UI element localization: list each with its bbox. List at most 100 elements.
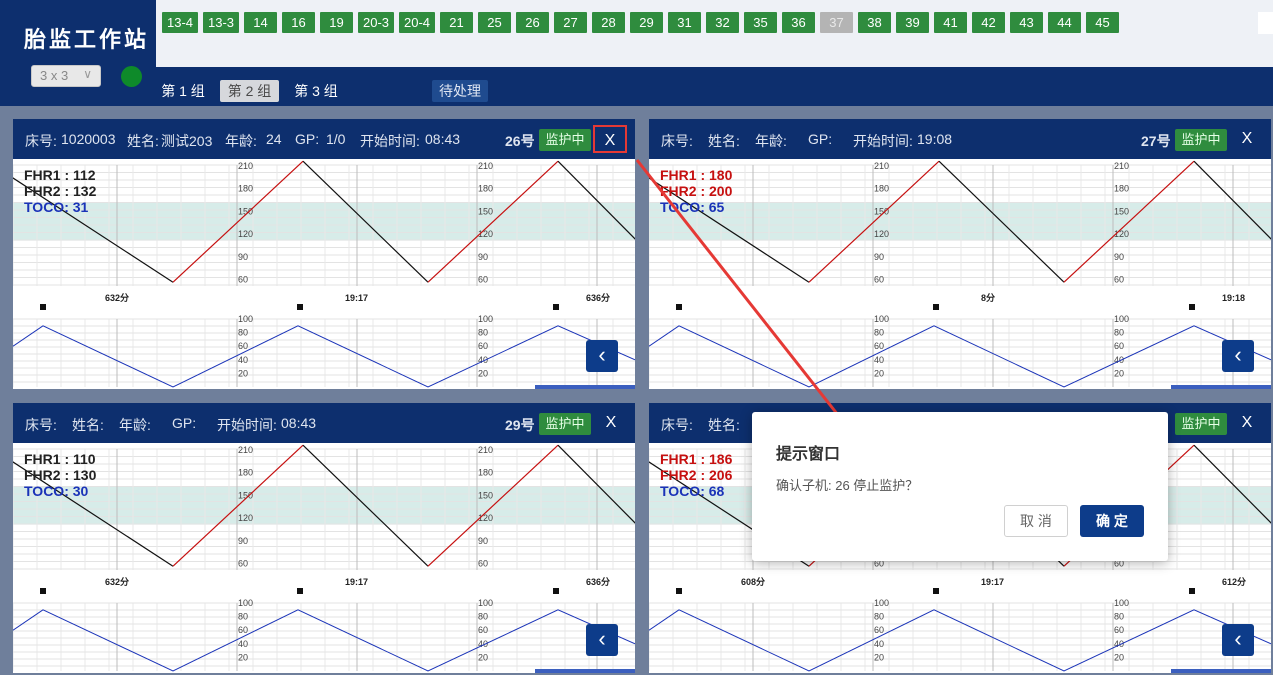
bed-button-37[interactable]: 37 [820, 12, 853, 33]
chevron-left-icon[interactable]: ‹ [586, 624, 618, 656]
bed-button-32[interactable]: 32 [706, 12, 739, 33]
toco-value: TOCO: 65 [660, 199, 725, 215]
scroll-indicator[interactable] [535, 669, 635, 673]
chevron-left-icon[interactable]: ‹ [1222, 340, 1254, 372]
fhr-tick-label: 150 [1114, 206, 1129, 216]
event-marker [933, 588, 939, 594]
bed-button-19[interactable]: 19 [320, 12, 353, 33]
close-panel-button[interactable]: X [1230, 409, 1264, 437]
fhr1-value: FHR1 : 186 [660, 451, 733, 467]
bed-button-35[interactable]: 35 [744, 12, 777, 33]
start-time-label: 开始时间: [853, 133, 913, 149]
start-time-value: 08:43 [281, 415, 317, 431]
event-marker [676, 304, 682, 310]
monitoring-status-badge: 监护中 [539, 413, 591, 435]
event-marker [1189, 304, 1195, 310]
bed-button-41[interactable]: 41 [934, 12, 967, 33]
toco-tick-label: 100 [478, 598, 493, 608]
event-marker [553, 588, 559, 594]
toco-tick-label: 60 [238, 625, 248, 635]
fhr1-value: FHR1 : 112 [24, 167, 96, 183]
chevron-left-icon[interactable]: ‹ [1222, 624, 1254, 656]
connection-status-icon [121, 66, 142, 87]
close-panel-button[interactable]: X [1230, 125, 1264, 153]
bed-button-26[interactable]: 26 [516, 12, 549, 33]
ctg-chart-svg: 2101801501209060100806040202101801501209… [13, 160, 635, 388]
fhr-tick-label: 180 [1114, 184, 1129, 194]
layout-select[interactable]: 3 x 3 ∨ [31, 65, 101, 87]
bed-button-27[interactable]: 27 [554, 12, 587, 33]
toco-tick-label: 100 [1114, 598, 1129, 608]
fhr-tick-label: 60 [478, 274, 488, 284]
bed-number: 27号 [1141, 133, 1171, 149]
fhr-tick-label: 60 [874, 274, 884, 284]
tab-group-3[interactable]: 第 3 组 [289, 80, 343, 102]
bed-button-36[interactable]: 36 [782, 12, 815, 33]
bed-button-20-3[interactable]: 20-3 [358, 12, 394, 33]
time-label: 8分 [981, 292, 995, 303]
monitor-panel-29: 床号: 姓名: 年龄: GP: 开始时间: 08:43 29号 监护中 X 21… [13, 403, 635, 673]
close-panel-button[interactable]: X [594, 409, 628, 437]
bed-strip-scrollbar[interactable] [1258, 12, 1273, 34]
name-label: 姓名: [72, 417, 104, 433]
pending-button[interactable]: 待处理 [432, 80, 488, 102]
fhr-tick-label: 90 [238, 536, 248, 546]
toco-tick-label: 20 [1114, 368, 1124, 378]
bed-button-39[interactable]: 39 [896, 12, 929, 33]
fhr2-value: FHR2 : 130 [24, 467, 97, 483]
scroll-indicator[interactable] [535, 385, 635, 389]
fhr2-value: FHR2 : 132 [24, 183, 97, 199]
scroll-indicator[interactable] [1171, 385, 1271, 389]
time-label: 636分 [586, 292, 610, 303]
tab-group-2[interactable]: 第 2 组 [220, 80, 279, 102]
chevron-left-icon[interactable]: ‹ [586, 340, 618, 372]
fhr-tick-label: 210 [238, 445, 253, 455]
fhr1-value: FHR1 : 180 [660, 167, 733, 183]
bed-button-14[interactable]: 14 [244, 12, 277, 33]
bed-button-29[interactable]: 29 [630, 12, 663, 33]
fhr-tick-label: 210 [478, 445, 493, 455]
bed-button-21[interactable]: 21 [440, 12, 473, 33]
fhr2-value: FHR2 : 206 [660, 467, 733, 483]
bed-button-28[interactable]: 28 [592, 12, 625, 33]
bed-button-16[interactable]: 16 [282, 12, 315, 33]
bed-button-20-4[interactable]: 20-4 [399, 12, 435, 33]
bed-button-strip: 13-4 13-3 14 16 19 20-3 20-4 21 25 26 27 28 29 31 32 35… [156, 0, 1273, 67]
age-label: 年龄: [755, 133, 787, 149]
bed-button-43[interactable]: 43 [1010, 12, 1043, 33]
bed-button-45[interactable]: 45 [1086, 12, 1119, 33]
event-marker [933, 304, 939, 310]
age-label: 年龄: [119, 417, 151, 433]
bed-button-38[interactable]: 38 [858, 12, 891, 33]
bed-button-42[interactable]: 42 [972, 12, 1005, 33]
bed-label: 床号: [661, 133, 693, 149]
time-label: 612分 [1222, 576, 1246, 587]
start-time-label: 开始时间: [360, 133, 420, 149]
bed-button-13-3[interactable]: 13-3 [203, 12, 239, 33]
toco-tick-label: 60 [874, 625, 884, 635]
toco-tick-label: 80 [238, 328, 248, 338]
monitor-panel-26: 床号: 1020003 姓名: 测试203 年龄: 24 GP: 1/0 开始时… [13, 119, 635, 389]
monitoring-status-badge: 监护中 [539, 129, 591, 151]
bed-button-13-4[interactable]: 13-4 [162, 12, 198, 33]
ctg-chart: 2101801501209060100806040202101801501209… [649, 159, 1271, 389]
confirm-button[interactable]: 确 定 [1080, 505, 1144, 537]
scroll-indicator[interactable] [1171, 669, 1271, 673]
fhr-tick-label: 90 [238, 252, 248, 262]
close-panel-button[interactable]: X [593, 125, 627, 153]
age-label: 年龄: [225, 133, 257, 149]
bed-button-25[interactable]: 25 [478, 12, 511, 33]
fhr-tick-label: 90 [478, 252, 488, 262]
bed-button-44[interactable]: 44 [1048, 12, 1081, 33]
bed-number: 29号 [505, 417, 535, 433]
gp-label: GP: [295, 131, 320, 147]
cancel-button[interactable]: 取 消 [1004, 505, 1068, 537]
fhr-tick-label: 120 [238, 229, 253, 239]
vitals-readout: FHR1 : 180 FHR2 : 200 TOCO: 65 [660, 167, 732, 215]
toco-tick-label: 20 [478, 368, 488, 378]
tab-group-1[interactable]: 第 1 组 [156, 80, 210, 102]
name-label: 姓名: [708, 133, 740, 149]
toco-tick-label: 20 [238, 652, 248, 662]
toco-tick-label: 20 [874, 368, 884, 378]
bed-button-31[interactable]: 31 [668, 12, 701, 33]
